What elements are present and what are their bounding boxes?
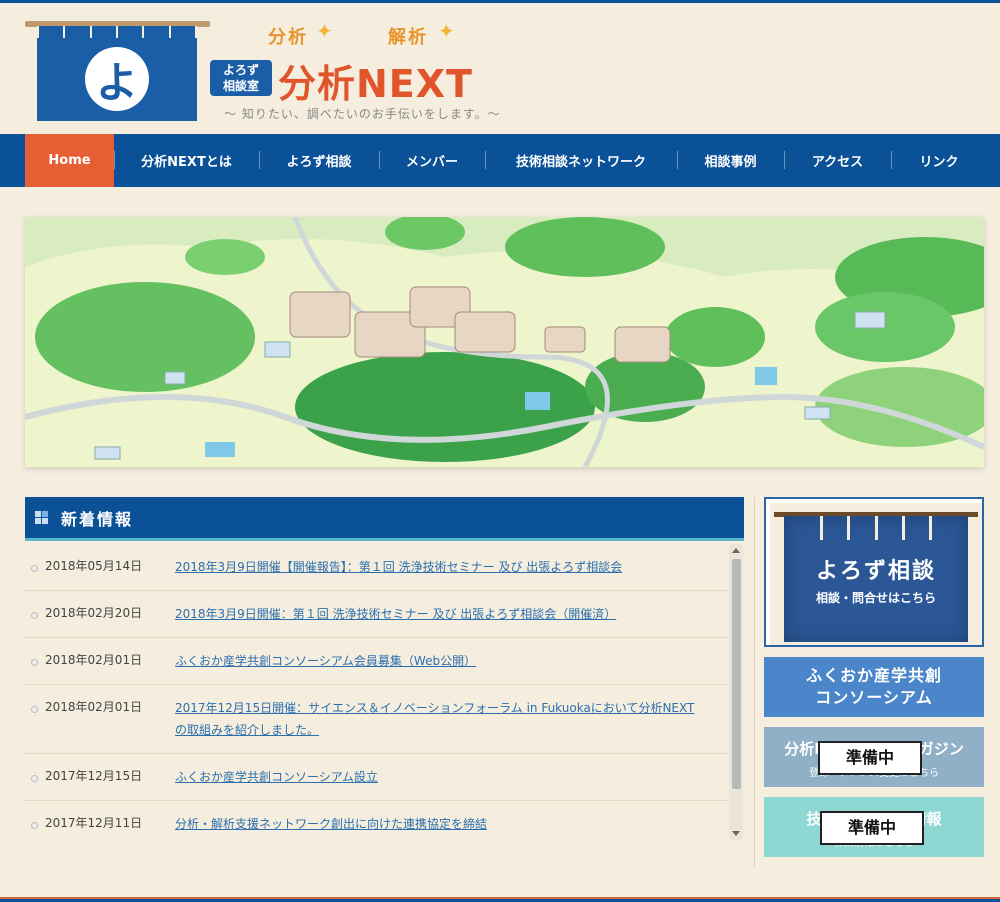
nav-item-network[interactable]: 技術相談ネットワーク (485, 134, 677, 187)
hero-campus-illustration (25, 217, 984, 467)
mail-magazine-status-badge: 準備中 (818, 741, 922, 775)
grid-icon (35, 511, 48, 524)
news-item: 2018年02月20日 2018年3月9日開催：第１回 洗浄技術セミナー 及び … (25, 591, 728, 638)
site-header: よ 分析 ✦ 解析 ✦ よろず 相談室 分析NEXT 〜 知りたい、調べたいのお… (0, 3, 1000, 134)
site-subtitle: 〜 知りたい、調べたいのお手伝いをします。〜 (224, 107, 501, 121)
banner-cloth-slits (784, 516, 968, 540)
news-date: 2018年02月01日 (45, 700, 143, 714)
news-title: 新着情報 (61, 509, 134, 529)
lightbulb-icon: ✦ (316, 19, 333, 43)
bullet-icon (31, 775, 38, 782)
nav-item-home[interactable]: Home (25, 134, 114, 187)
news-item: 2018年02月01日 2017年12月15日開催：サイエンス＆イノベーションフ… (25, 685, 728, 754)
news-link[interactable]: 2018年3月9日開催【開催報告】：第１回 洗浄技術セミナー 及び 出張よろず相… (175, 556, 695, 578)
logo-yo-icon: よ (85, 47, 149, 111)
news-scroll-area[interactable]: 2018年05月14日 2018年3月9日開催【開催報告】：第１回 洗浄技術セミ… (25, 544, 744, 844)
news-date: 2017年12月15日 (45, 769, 143, 783)
nav-item-cases[interactable]: 相談事例 (677, 134, 784, 187)
news-scrollbar[interactable] (729, 544, 743, 840)
news-list: 2018年05月14日 2018年3月9日開催【開催報告】：第１回 洗浄技術セミ… (25, 544, 728, 844)
yorozu-banner-title: よろず相談 (815, 559, 936, 584)
yorozu-badge: よろず 相談室 (210, 60, 272, 96)
news-link[interactable]: 分析・解析支援ネットワーク創出に向けた連携協定を締結 (175, 813, 695, 835)
news-section: 新着情報 2018年05月14日 2018年3月9日開催【開催報告】：第１回 洗… (25, 497, 744, 867)
consortium-line2: コンソーシアム (815, 688, 933, 707)
tagline-kaiseki: 解析 (388, 27, 428, 48)
lightbulb-icon: ✦ (438, 19, 455, 43)
bullet-icon (31, 612, 38, 619)
news-date: 2018年02月01日 (45, 653, 143, 667)
news-date: 2018年02月20日 (45, 606, 143, 620)
news-date: 2017年12月11日 (45, 816, 143, 830)
news-link[interactable]: 2018年3月9日開催：第１回 洗浄技術セミナー 及び 出張よろず相談会（開催済… (175, 603, 695, 625)
bullet-icon (31, 659, 38, 666)
tech-consult-status-badge: 準備中 (820, 811, 924, 845)
badge-line2: 相談室 (222, 79, 259, 93)
bottom-rule (0, 897, 1000, 902)
bullet-icon (31, 822, 38, 829)
news-link[interactable]: 2017年12月15日開催：サイエンス＆イノベーションフォーラム in Fuku… (175, 697, 695, 741)
news-link[interactable]: ふくおか産学共創コンソーシアム会員募集（Web公開） (175, 650, 695, 672)
bullet-icon (31, 565, 38, 572)
bullet-icon (31, 706, 38, 713)
news-header: 新着情報 (25, 497, 744, 541)
scroll-up-icon[interactable] (732, 548, 740, 553)
scroll-down-icon[interactable] (732, 831, 740, 836)
noren-logo[interactable]: よ (25, 21, 210, 121)
consortium-banner[interactable]: ふくおか産学共創 コンソーシアム (764, 657, 984, 717)
consortium-line1: ふくおか産学共創 (805, 666, 942, 685)
nav-item-members[interactable]: メンバー (379, 134, 485, 187)
main-nav: Home 分析NEXTとは よろず相談 メンバー 技術相談ネットワーク 相談事例… (0, 134, 1000, 187)
news-item: 2018年02月01日 ふくおか産学共創コンソーシアム会員募集（Web公開） (25, 638, 728, 685)
news-item: 2018年05月14日 2018年3月9日開催【開催報告】：第１回 洗浄技術セミ… (25, 544, 728, 591)
tech-consult-banner[interactable]: 技術相談・公募情報 募集情報はこちら 準備中 (764, 797, 984, 857)
badge-line1: よろず (222, 63, 259, 77)
nav-item-links[interactable]: リンク (891, 134, 987, 187)
yorozu-banner-sub: 相談・問合せはこちら (815, 591, 936, 605)
site-title-block[interactable]: 分析 ✦ 解析 ✦ よろず 相談室 分析NEXT 〜 知りたい、調べたいのお手伝… (210, 19, 510, 123)
mail-magazine-banner[interactable]: 分析NEXTメールマガジン 登録・アドレス変更はこちら 準備中 (764, 727, 984, 787)
nav-item-access[interactable]: アクセス (784, 134, 891, 187)
news-link[interactable]: ふくおか産学共創コンソーシアム設立 (175, 766, 695, 788)
nav-item-about[interactable]: 分析NEXTとは (114, 134, 259, 187)
noren-banner-art: よろず相談 相談・問合せはこちら (770, 503, 982, 645)
scroll-thumb[interactable] (732, 559, 741, 789)
logo-cloth-slits (37, 26, 197, 38)
campus-map-image (25, 217, 984, 467)
news-date: 2018年05月14日 (45, 559, 143, 573)
news-item: 2017年12月11日 分析・解析支援ネットワーク創出に向けた連携協定を締結 (25, 801, 728, 844)
yorozu-consultation-banner[interactable]: よろず相談 相談・問合せはこちら (764, 497, 984, 647)
nav-item-yorozu[interactable]: よろず相談 (259, 134, 379, 187)
news-item: 2017年12月15日 ふくおか産学共創コンソーシアム設立 (25, 754, 728, 801)
site-name: 分析NEXT (278, 62, 473, 106)
column-divider (754, 497, 755, 867)
tagline-bunseki: 分析 (268, 27, 308, 48)
